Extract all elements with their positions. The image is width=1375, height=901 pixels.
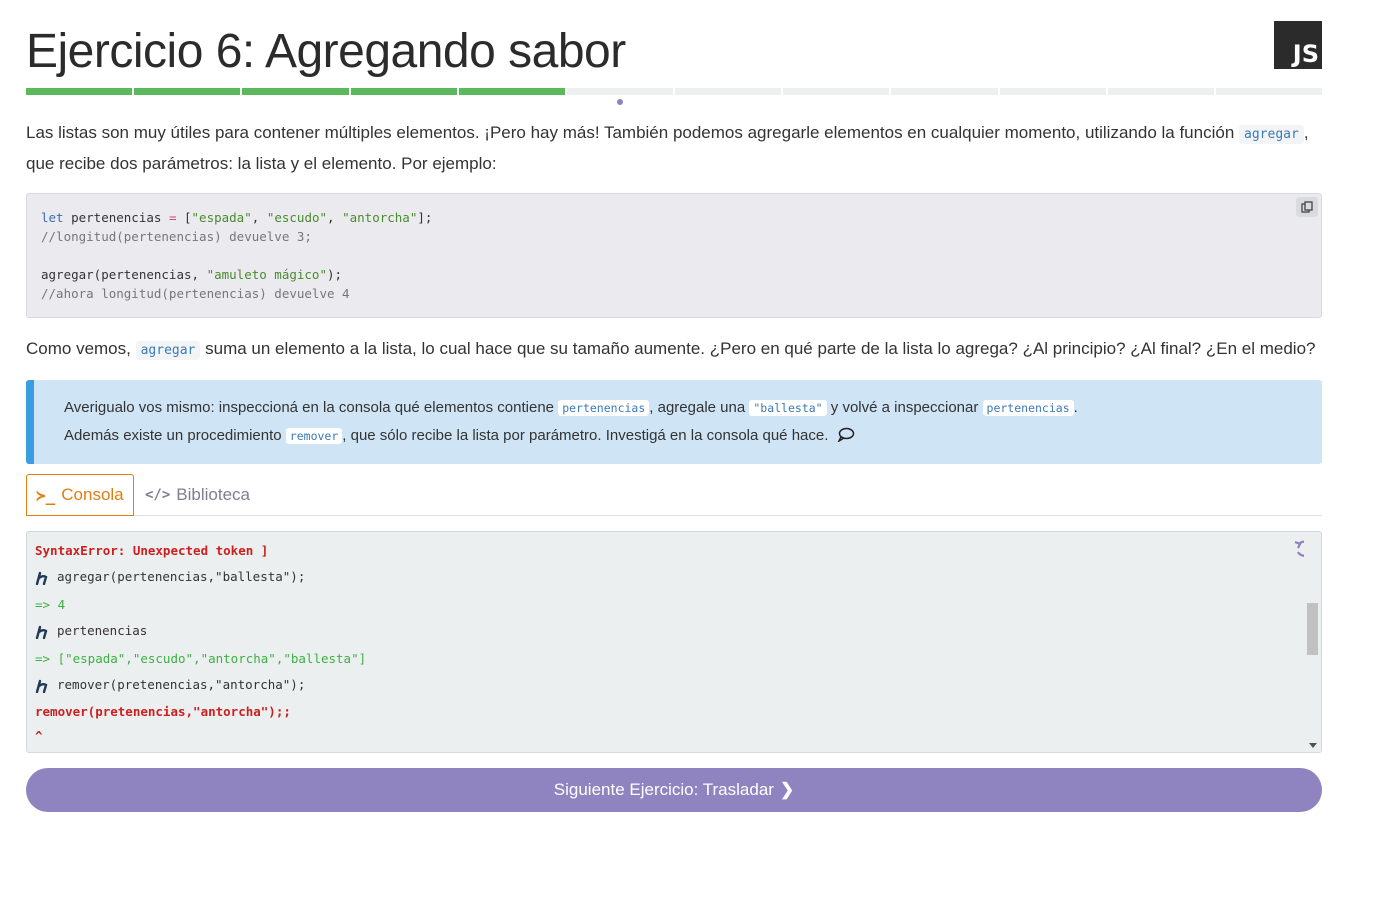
scroll-down-icon[interactable] xyxy=(1309,743,1317,748)
next-exercise-button[interactable]: Siguiente Ejercicio: Trasladar ❯ xyxy=(26,768,1322,812)
code-line-4: agregar(pertenencias, "amuleto mágico"); xyxy=(41,267,343,282)
console-scrollbar[interactable] xyxy=(1304,532,1321,752)
console-line: remover(pretenencias,"antorcha"); xyxy=(35,677,305,693)
page-title: Ejercicio 6: Agregando sabor xyxy=(26,25,626,78)
progress-segment-4[interactable] xyxy=(350,88,457,95)
js-logo: JS xyxy=(1274,21,1322,69)
progress-segment-1[interactable] xyxy=(26,88,133,95)
copy-icon xyxy=(1301,201,1313,213)
intro-text-1: Las listas son muy útiles para contener … xyxy=(26,123,1240,142)
progress-segment-10[interactable] xyxy=(999,88,1106,95)
progress-segment-9[interactable] xyxy=(891,88,998,95)
progress-segment-8[interactable] xyxy=(783,88,890,95)
inline-code-pertenencias-2: pertenencias xyxy=(982,400,1074,416)
console-line: remover(pretenencias,"antorcha");; xyxy=(35,704,291,719)
current-exercise-marker xyxy=(617,99,623,105)
example-code-block: let pertenencias = ["espada", "escudo", … xyxy=(26,193,1322,318)
progress-segment-11[interactable] xyxy=(1107,88,1214,95)
console-line: pertenencias xyxy=(35,623,147,639)
code-line-5: //ahora longitud(pertenencias) devuelve … xyxy=(41,286,350,301)
progress-segment-7[interactable] xyxy=(675,88,782,95)
progress-segment-12[interactable] xyxy=(1215,88,1323,95)
inline-code-agregar: agregar xyxy=(1239,125,1304,144)
chevron-right-icon: ❯ xyxy=(779,780,795,799)
inline-code-pertenencias: pertenencias xyxy=(558,400,650,416)
code-icon: </> xyxy=(145,487,171,503)
inline-code-remover: remover xyxy=(285,428,343,444)
progress-segment-3[interactable] xyxy=(242,88,349,95)
code-line-2: //longitud(pertenencias) devuelve 3; xyxy=(41,229,312,244)
copy-code-button[interactable] xyxy=(1296,197,1318,217)
progress-segment-5[interactable] xyxy=(458,88,565,95)
tip-line-1: Averigualo vos mismo: inspeccioná en la … xyxy=(64,399,1078,416)
explanation-paragraph: Como vemos, agregar suma un elemento a l… xyxy=(26,339,1316,360)
inline-code-agregar-2: agregar xyxy=(135,341,201,360)
tab-library[interactable]: </> Biblioteca xyxy=(145,474,250,516)
progress-bar xyxy=(26,88,1323,95)
prompt-icon xyxy=(35,625,48,639)
speech-bubble-icon[interactable] xyxy=(836,427,855,443)
progress-segment-6[interactable] xyxy=(566,88,674,95)
console-line: => 4 xyxy=(35,597,66,612)
intro-paragraph: Las listas son muy útiles para contener … xyxy=(26,118,1322,178)
console-line: => ["espada","escudo","antorcha","balles… xyxy=(35,651,367,666)
prompt-icon xyxy=(35,571,48,585)
inline-code-ballesta: "ballesta" xyxy=(749,400,827,416)
console-panel[interactable]: SyntaxError: Unexpected token ] agregar(… xyxy=(26,531,1322,753)
tab-bar: ≻_ Consola </> Biblioteca xyxy=(26,474,1322,516)
console-line: SyntaxError: Unexpected token ] xyxy=(35,543,269,558)
tab-console[interactable]: ≻_ Consola xyxy=(26,474,134,516)
tip-callout: Averigualo vos mismo: inspeccioná en la … xyxy=(26,380,1322,464)
progress-segment-2[interactable] xyxy=(134,88,241,95)
prompt-icon xyxy=(35,679,48,693)
tip-line-2: Además existe un procedimiento remover, … xyxy=(64,422,1292,450)
terminal-icon: ≻_ xyxy=(36,485,56,505)
scrollbar-thumb[interactable] xyxy=(1307,603,1318,655)
code-line-1: let pertenencias = ["espada", "escudo", … xyxy=(41,210,433,225)
console-line: agregar(pertenencias,"ballesta"); xyxy=(35,569,305,585)
console-line: ^ xyxy=(35,728,43,743)
